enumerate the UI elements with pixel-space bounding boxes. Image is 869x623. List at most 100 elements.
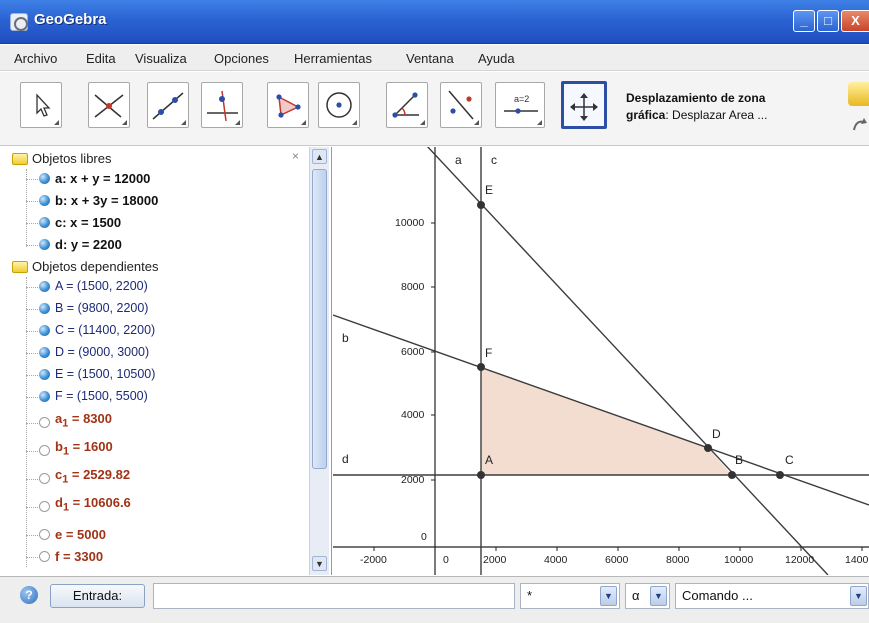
list-item[interactable]: E = (1500, 10500): [26, 365, 306, 385]
menu-opciones[interactable]: Opciones: [214, 51, 269, 66]
visibility-toggle-icon[interactable]: [39, 281, 50, 292]
menu-herramientas[interactable]: Herramientas: [294, 51, 372, 66]
line-label-c: c: [491, 153, 497, 167]
list-item[interactable]: F = (1500, 5500): [26, 387, 306, 407]
y-tick-label: 8000: [401, 281, 425, 293]
graphics-view[interactable]: a c b d E F D B C A 10000 8000 6000 4000…: [333, 147, 869, 575]
visibility-toggle-icon[interactable]: [39, 173, 50, 184]
visibility-toggle-icon[interactable]: [39, 325, 50, 336]
visibility-toggle-icon[interactable]: [39, 391, 50, 402]
intersect-icon: [94, 94, 124, 118]
point-label-F: F: [485, 346, 493, 360]
point-label-D: D: [712, 427, 721, 441]
visibility-toggle-icon[interactable]: [39, 417, 50, 428]
point-F: [477, 363, 485, 371]
y-tick-label: 6000: [401, 346, 425, 358]
y-tick-label: 4000: [401, 409, 425, 421]
visibility-toggle-icon[interactable]: [39, 303, 50, 314]
visibility-toggle-icon[interactable]: [39, 529, 50, 540]
move-graphics-tool-button[interactable]: [561, 81, 607, 129]
algebra-view: × Objetos libres a: x + y = 12000 b: x +…: [0, 147, 332, 575]
reflect-tool-button[interactable]: [440, 82, 482, 128]
algebra-scrollbar[interactable]: ▲ ▼: [309, 147, 329, 575]
point-label-A: A: [485, 453, 494, 467]
list-item[interactable]: A = (1500, 2200): [26, 277, 306, 297]
list-item[interactable]: b1 = 1600: [26, 437, 306, 461]
scroll-thumb[interactable]: [312, 169, 327, 469]
angle-tool-button[interactable]: [386, 82, 428, 128]
intersect-tool-button[interactable]: [88, 82, 130, 128]
menu-ventana[interactable]: Ventana: [406, 51, 454, 66]
pointer-tool-button[interactable]: [20, 82, 62, 128]
greek-select[interactable]: α ▼: [625, 583, 670, 609]
minimize-button[interactable]: _: [793, 10, 815, 32]
graphics-canvas[interactable]: [333, 147, 869, 575]
command-select[interactable]: Comando ... ▼: [675, 583, 869, 609]
entrada-button[interactable]: Entrada:: [50, 584, 145, 608]
visibility-toggle-icon[interactable]: [39, 501, 50, 512]
menu-edita[interactable]: Edita: [86, 51, 116, 66]
chevron-down-icon[interactable]: ▼: [850, 586, 867, 606]
close-button[interactable]: X: [841, 10, 869, 32]
folder-dependent-objects[interactable]: Objetos dependientes: [12, 259, 232, 277]
point-A: [477, 471, 485, 479]
tool-description-text: : Desplazar Area ...: [665, 108, 768, 122]
list-item[interactable]: a1 = 8300: [26, 409, 306, 433]
menu-visualiza[interactable]: Visualiza: [135, 51, 187, 66]
undo-highlight-icon[interactable]: [848, 82, 869, 106]
scroll-up-icon[interactable]: ▲: [312, 149, 327, 164]
point-label-E: E: [485, 183, 494, 197]
pointer-icon: [36, 93, 51, 117]
line-tool-button[interactable]: [147, 82, 189, 128]
visibility-toggle-icon[interactable]: [39, 551, 50, 562]
polygon-tool-button[interactable]: [267, 82, 309, 128]
folder-free-label: Objetos libres: [32, 151, 112, 166]
visibility-toggle-icon[interactable]: [39, 195, 50, 206]
menu-bar: Archivo Edita Visualiza Opciones Herrami…: [0, 45, 869, 71]
point-B: [728, 471, 736, 479]
list-item[interactable]: C = (11400, 2200): [26, 321, 306, 341]
visibility-toggle-icon[interactable]: [39, 473, 50, 484]
list-item[interactable]: d: y = 2200: [26, 235, 306, 255]
scroll-down-icon[interactable]: ▼: [312, 556, 327, 571]
list-item[interactable]: c1 = 2529.82: [26, 465, 306, 489]
point-D: [704, 444, 712, 452]
list-item[interactable]: B = (9800, 2200): [26, 299, 306, 319]
visibility-toggle-icon[interactable]: [39, 369, 50, 380]
list-item[interactable]: f = 3300: [26, 547, 306, 567]
perpendicular-tool-button[interactable]: [201, 82, 243, 128]
tool-description: Desplazamiento de zona gráfica: Desplaza…: [626, 90, 831, 124]
visibility-toggle-icon[interactable]: [39, 347, 50, 358]
chevron-down-icon[interactable]: ▼: [650, 586, 667, 606]
close-panel-icon[interactable]: ×: [292, 149, 299, 163]
menu-ayuda[interactable]: Ayuda: [478, 51, 515, 66]
list-item[interactable]: c: x = 1500: [26, 213, 306, 233]
visibility-toggle-icon[interactable]: [39, 217, 50, 228]
visibility-toggle-icon[interactable]: [39, 239, 50, 250]
folder-icon: [12, 261, 28, 273]
symbol-select[interactable]: * ▼: [520, 583, 620, 609]
list-item[interactable]: b: x + 3y = 18000: [26, 191, 306, 211]
help-icon[interactable]: ?: [20, 586, 38, 604]
tool-description-title: Desplazamiento de zona: [626, 91, 766, 105]
visibility-toggle-icon[interactable]: [39, 445, 50, 456]
list-item[interactable]: a: x + y = 12000: [26, 169, 306, 189]
list-item[interactable]: e = 5000: [26, 525, 306, 545]
x-tick-label: 10000: [724, 554, 754, 566]
redo-icon[interactable]: [848, 112, 869, 136]
input-field[interactable]: [153, 583, 515, 609]
line-through-points-icon: [152, 92, 184, 120]
list-item[interactable]: d1 = 10606.6: [26, 493, 306, 517]
maximize-button[interactable]: □: [817, 10, 839, 32]
folder-free-objects[interactable]: Objetos libres: [12, 151, 212, 169]
circle-tool-button[interactable]: [318, 82, 360, 128]
list-item[interactable]: D = (9000, 3000): [26, 343, 306, 363]
x-tick-label: 2000: [483, 554, 507, 566]
chevron-down-icon[interactable]: ▼: [600, 586, 617, 606]
feasible-region: [481, 205, 732, 475]
title-bar: GeoGebra _ □ X: [0, 0, 869, 44]
point-label-B: B: [735, 453, 744, 467]
slider-tool-button[interactable]: a=2: [495, 82, 545, 128]
menu-archivo[interactable]: Archivo: [14, 51, 57, 66]
circle-icon: [326, 92, 352, 118]
